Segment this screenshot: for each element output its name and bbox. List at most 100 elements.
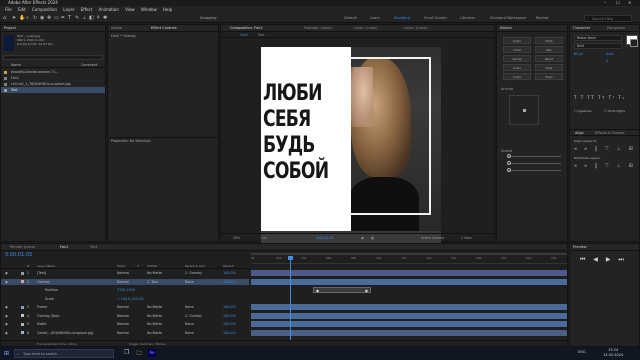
rotate-tool-icon[interactable]: ↻ bbox=[33, 16, 38, 21]
pan-behind-tool-icon[interactable]: ✥ bbox=[47, 16, 52, 21]
timeline-property-row[interactable]: Scale ∞ 100.0,100.0% bbox=[1, 296, 249, 302]
motion-button[interactable]: Scale bbox=[503, 37, 531, 44]
puppet-tool-icon[interactable]: ✱ bbox=[103, 16, 108, 21]
motion-button[interactable]: Slide bbox=[535, 37, 563, 44]
layer-trkmat-dropdown[interactable]: No Matte bbox=[147, 304, 162, 310]
visibility-eye-icon[interactable]: ◉ bbox=[5, 270, 8, 276]
camera-dropdown[interactable]: Active Camera bbox=[421, 234, 444, 242]
layer-label-color[interactable] bbox=[21, 280, 24, 283]
menu-window[interactable]: Window bbox=[141, 7, 157, 12]
tab-effects-presets[interactable]: Effects & Presets bbox=[592, 130, 628, 136]
text-style-buttons[interactable]: T T TT Tт T¹ T₁ bbox=[574, 95, 625, 100]
font-style-dropdown[interactable]: Bold bbox=[574, 43, 622, 49]
camera-icon[interactable]: ◉ bbox=[361, 234, 364, 242]
timeline-property-row[interactable]: Position 3752,1940 bbox=[1, 287, 249, 293]
motion-button[interactable]: Bend bbox=[535, 55, 563, 62]
zoom-tool-icon[interactable]: ⌕ bbox=[26, 16, 31, 21]
layer-trkmat-dropdown[interactable]: No Matte bbox=[147, 270, 162, 276]
motion-button[interactable]: Orbit bbox=[503, 46, 531, 53]
layer-name[interactable]: Position bbox=[45, 287, 58, 293]
layer-mode-dropdown[interactable]: Normal bbox=[117, 313, 129, 319]
zoom-dropdown[interactable]: 50% bbox=[233, 234, 240, 242]
tab-character[interactable]: Character bbox=[570, 25, 593, 31]
header-parent[interactable]: Parent & Link bbox=[185, 264, 205, 268]
layer-stretch[interactable]: 100.0% bbox=[223, 313, 236, 319]
search-help-input[interactable]: ⌕ Search Help bbox=[584, 15, 632, 22]
menu-layer[interactable]: Layer bbox=[63, 7, 74, 12]
eraser-tool-icon[interactable]: ◧ bbox=[89, 16, 94, 21]
layer-trkmat-dropdown[interactable]: No Matte bbox=[147, 321, 162, 327]
layer-parent-dropdown[interactable]: None bbox=[185, 304, 194, 310]
layer-stretch[interactable]: 100.0% bbox=[223, 330, 236, 336]
visibility-eye-icon[interactable]: ◉ bbox=[5, 304, 8, 310]
stroke-color-swatch[interactable] bbox=[630, 39, 638, 47]
snapping-toggle[interactable]: Snapping bbox=[200, 16, 216, 20]
layer-duration-bar[interactable] bbox=[251, 329, 567, 336]
layer-trkmat-dropdown[interactable]: No Matte bbox=[147, 313, 162, 319]
timeline-timecode[interactable]: 0:00:01:05 bbox=[5, 252, 32, 258]
language-indicator[interactable]: ENG bbox=[578, 350, 586, 354]
keyframe-icon[interactable]: ◆ bbox=[316, 288, 319, 293]
motion-button[interactable]: Spin bbox=[535, 46, 563, 53]
layer-mode-dropdown[interactable]: Normal bbox=[117, 330, 129, 336]
taskbar-search-input[interactable]: ⌕ Type here to search bbox=[14, 349, 114, 358]
motion-button[interactable]: Scale bbox=[503, 73, 531, 80]
pen-tool-icon[interactable]: ✒ bbox=[61, 16, 66, 21]
tracking-field[interactable]: 0 bbox=[606, 59, 608, 63]
tab-composition[interactable]: Composition: Fon2 bbox=[227, 25, 266, 31]
clock[interactable]: 13:34 13.03.2024 bbox=[603, 348, 623, 358]
layer-label-color[interactable] bbox=[21, 314, 24, 317]
align-buttons[interactable]: ⫷ ⫸ ⫼ ⊤ ⊥ ⊞ bbox=[574, 146, 636, 152]
menu-file[interactable]: File bbox=[5, 7, 12, 12]
distribute-buttons[interactable]: ⫷ ⫸ ⫼ ⊤ ⊥ ⊞ bbox=[574, 163, 636, 169]
task-view-icon[interactable]: ❐ bbox=[124, 349, 129, 356]
layer-mode-dropdown[interactable]: 3752,1940 bbox=[117, 287, 135, 293]
layer-name[interactable]: Frame bbox=[37, 304, 47, 310]
layer-parent-dropdown[interactable]: None bbox=[185, 330, 194, 336]
layer-stretch[interactable]: 100.0% bbox=[223, 304, 236, 310]
speed-slider-1[interactable] bbox=[507, 154, 561, 158]
hand-tool-icon[interactable]: ✋ bbox=[19, 16, 25, 21]
workspace-standard[interactable]: Standard bbox=[394, 16, 410, 20]
layer-duration-bar[interactable] bbox=[251, 321, 567, 327]
project-search-input[interactable] bbox=[3, 55, 103, 60]
header-layer-name[interactable]: Layer Name bbox=[37, 264, 55, 268]
timeline-layer-row[interactable]: ◉ 3 Frame Normal No Matte None 100.0% bbox=[1, 304, 249, 310]
workspace-small-screen[interactable]: Small Screen bbox=[424, 16, 447, 20]
visibility-eye-icon[interactable]: ◉ bbox=[5, 279, 8, 285]
resolution-dropdown[interactable]: Full bbox=[261, 234, 266, 242]
layer-mode-dropdown[interactable]: Normal bbox=[117, 270, 129, 276]
font-size-field[interactable]: 80 px bbox=[574, 52, 583, 56]
layer-name[interactable]: Scale bbox=[45, 296, 54, 302]
layer-parent-dropdown[interactable]: None bbox=[185, 321, 194, 327]
grid-icon[interactable]: ▦ bbox=[371, 234, 374, 242]
roto-tool-icon[interactable]: ⚘ bbox=[96, 16, 101, 21]
layer-name[interactable]: Cellat(...)RQkWhNOs-unsplash.jpg bbox=[37, 330, 93, 336]
layer-mode-dropdown[interactable]: Normal bbox=[117, 279, 129, 285]
tab-layer[interactable]: Layer: (none) bbox=[351, 25, 380, 31]
layer-duration-bar[interactable] bbox=[251, 270, 567, 276]
brush-tool-icon[interactable]: ✎ bbox=[75, 16, 80, 21]
rectangle-tool-icon[interactable]: ▭ bbox=[54, 16, 59, 21]
layer-duration-bar[interactable] bbox=[251, 304, 567, 310]
layer-label-color[interactable] bbox=[21, 331, 24, 334]
leading-field[interactable]: Auto bbox=[606, 52, 613, 56]
menu-composition[interactable]: Composition bbox=[32, 7, 57, 12]
tab-layer-secondary[interactable]: Layer: (none) bbox=[401, 25, 430, 31]
timeline-layer-row[interactable]: ◉ 2 Overlay Normal 1. Text None 100.0% bbox=[1, 278, 249, 285]
comp-subtab-text[interactable]: Text bbox=[255, 32, 267, 38]
menu-animation[interactable]: Animation bbox=[99, 7, 119, 12]
header-t[interactable]: T bbox=[137, 264, 139, 268]
layer-duration-bar[interactable] bbox=[251, 312, 567, 319]
motion-title[interactable]: Motion bbox=[497, 25, 515, 31]
selection-tool-icon[interactable]: ➤ bbox=[12, 16, 17, 21]
font-family-dropdown[interactable]: Bebas Neue bbox=[574, 35, 622, 41]
visibility-eye-icon[interactable]: ◉ bbox=[5, 313, 8, 319]
workspace-review[interactable]: Review bbox=[536, 16, 549, 20]
column-name[interactable]: Name bbox=[11, 62, 21, 68]
layer-name[interactable]: Matte bbox=[37, 321, 46, 327]
keyframe-icon[interactable]: ◆ bbox=[365, 288, 368, 293]
tab-effect-controls-secondary[interactable]: Adobe bbox=[108, 25, 125, 31]
visibility-eye-icon[interactable]: ◉ bbox=[5, 330, 8, 336]
type-tool-icon[interactable]: T bbox=[68, 16, 73, 21]
